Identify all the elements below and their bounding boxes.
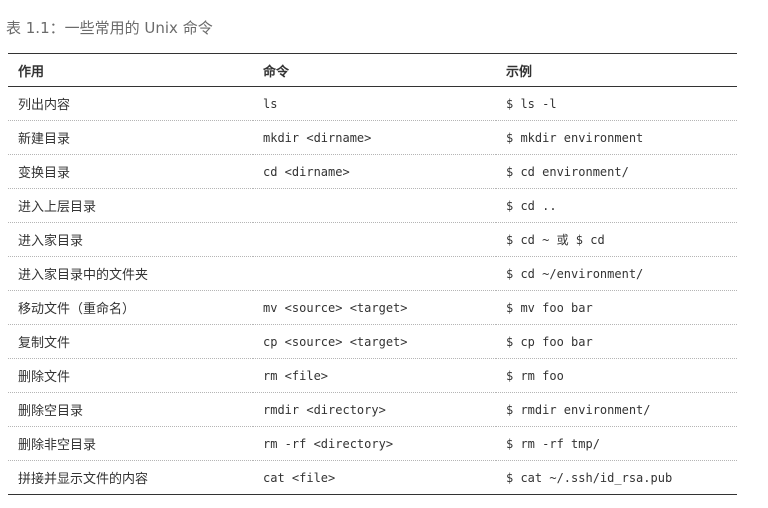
example-cell: $ rm -rf tmp/ <box>496 426 737 461</box>
purpose-cell: 移动文件（重命名） <box>8 290 253 325</box>
unix-commands-table: 作用 命令 示例 列出内容 ls $ ls -l 新建目录 mkdir <dir… <box>8 53 737 495</box>
purpose-cell: 删除文件 <box>8 358 253 393</box>
purpose-cell: 新建目录 <box>8 120 253 155</box>
header-example: 示例 <box>496 53 737 87</box>
example-cell: $ mkdir environment <box>496 120 737 155</box>
table-row: 删除文件 rm <file> $ rm foo <box>8 358 737 393</box>
command-cell: mkdir <dirname> <box>253 120 496 155</box>
example-cell: $ cat ~/.ssh/id_rsa.pub <box>506 470 673 485</box>
purpose-cell: 变换目录 <box>8 154 253 189</box>
table-row: 变换目录 cd <dirname> $ cd environment/ <box>8 154 737 189</box>
purpose-cell: 进入家目录中的文件夹 <box>8 256 253 291</box>
purpose-cell: 列出内容 <box>8 86 253 121</box>
purpose-cell: 删除空目录 <box>8 392 253 427</box>
command-cell: rmdir <directory> <box>253 392 496 427</box>
table-row: 进入家目录 $ cd ~ 或 $ cd <box>8 222 737 257</box>
example-cell: $ cd ~/environment/ <box>496 256 737 291</box>
example-cell: $ cd .. <box>496 188 737 223</box>
table-row: 移动文件（重命名） mv <source> <target> $ mv foo … <box>8 290 737 325</box>
example-cell: $ rm foo <box>496 358 737 393</box>
header-purpose: 作用 <box>8 53 253 87</box>
example-cell: $ ls -l <box>496 86 737 121</box>
example-cell: $ rmdir environment/ <box>496 392 737 427</box>
purpose-cell: 删除非空目录 <box>8 426 253 461</box>
table-caption: 表 1.1：一些常用的 Unix 命令 <box>6 19 213 37</box>
example-cell: $ mv foo bar <box>496 290 737 325</box>
table-row: 复制文件 cp <source> <target> $ cp foo bar <box>8 324 737 359</box>
header-command: 命令 <box>253 53 496 87</box>
purpose-cell: 进入家目录 <box>8 222 253 257</box>
command-cell: ls <box>253 86 496 121</box>
example-cell: $ cp foo bar <box>496 324 737 359</box>
table-header-row: 作用 命令 示例 <box>8 53 737 87</box>
command-cell: rm -rf <directory> <box>253 426 496 461</box>
command-cell: cd <dirname> <box>253 154 496 189</box>
purpose-cell: 复制文件 <box>8 324 253 359</box>
table-row: 删除空目录 rmdir <directory> $ rmdir environm… <box>8 392 737 427</box>
example-cell: $ cd ~ 或 $ cd <box>496 222 737 257</box>
table-row: 进入家目录中的文件夹 $ cd ~/environment/ <box>8 256 737 291</box>
command-cell: cat <file> <box>263 470 336 485</box>
example-cell: $ cd environment/ <box>496 154 737 189</box>
command-cell: mv <source> <target> <box>253 290 496 325</box>
table-row: 删除非空目录 rm -rf <directory> $ rm -rf tmp/ <box>8 426 737 461</box>
table-row: 进入上层目录 $ cd .. <box>8 188 737 223</box>
command-cell <box>253 222 496 257</box>
command-cell <box>253 256 496 291</box>
command-cell: cp <source> <target> <box>253 324 496 359</box>
table-row: 拼接并显示文件的内容 cat <file> $ cat ~/.ssh/id_rs… <box>8 461 737 495</box>
command-cell <box>253 188 496 223</box>
table-row: 列出内容 ls $ ls -l <box>8 86 737 121</box>
purpose-cell: 进入上层目录 <box>8 188 253 223</box>
command-cell: rm <file> <box>253 358 496 393</box>
table-row: 新建目录 mkdir <dirname> $ mkdir environment <box>8 120 737 155</box>
purpose-cell: 拼接并显示文件的内容 <box>18 472 149 487</box>
